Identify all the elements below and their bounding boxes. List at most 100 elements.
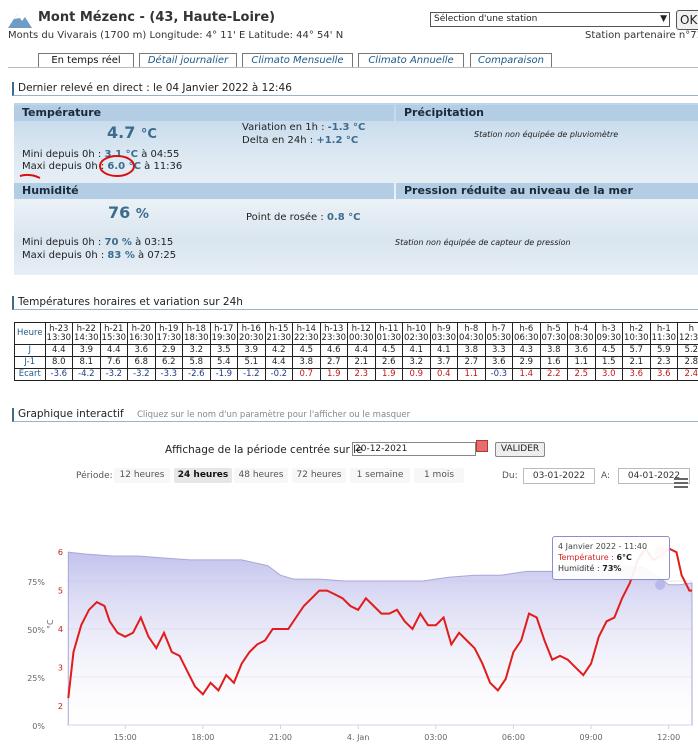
delta-cell: 1.9 (319, 368, 349, 381)
yesterday-temp-cell: 2.1 (347, 356, 376, 369)
chart-menu-icon[interactable] (674, 478, 688, 489)
tab-climato-annuelle[interactable]: Climato Annuelle (358, 53, 464, 67)
hour-cell: h-14 22:30 (292, 322, 321, 345)
ok-button[interactable]: OK (676, 10, 698, 30)
today-temp-cell: 3.8 (457, 344, 486, 357)
hour-cell: h-7 05:30 (484, 322, 514, 345)
humidity-axis-tick: 50% (27, 626, 45, 635)
yesterday-temp-cell: 6.8 (127, 356, 156, 369)
today-row: J 4.4 3.9 4.4 3.6 2.9 3.2 3.5 3.9 4.2 4.5 4.6 4.4 4.5… (14, 344, 698, 357)
yesterday-temp-cell: 2.1 (622, 356, 651, 369)
yesterday-row: J-1 8.0 8.1 7.6 6.8 6.2 5.8 5.4 5.1 4.4 3.8 2.7 2.1 2… (14, 356, 698, 369)
period-48h-button[interactable]: 48 heures (234, 468, 288, 483)
yesterday-temp-cell: 5.8 (182, 356, 211, 369)
yesterday-temp-cell: 6.2 (154, 356, 184, 369)
yesterday-temp-cell: 3.6 (484, 356, 514, 369)
valider-button[interactable]: VALIDER (495, 442, 545, 457)
yesterday-temp-cell: 1.1 (567, 356, 596, 369)
hour-cell: h-16 20:30 (237, 322, 266, 345)
yesterday-temp-cell: 7.6 (99, 356, 129, 369)
row-label-heure: Heure (14, 322, 46, 345)
tooltip-title: 4 Janvier 2022 - 11:40 (558, 542, 648, 551)
hour-cell: h-6 06:30 (512, 322, 541, 345)
row-label-j: J (14, 344, 46, 357)
station-select-value: Sélection d'une station (434, 14, 538, 24)
temperature-title: Température (14, 105, 394, 121)
temperature-axis-tick: 2 (58, 702, 63, 711)
delta-cell: 1.4 (512, 368, 541, 381)
yesterday-temp-cell: 3.2 (402, 356, 431, 369)
tab-divider (8, 67, 698, 68)
period-24h-button[interactable]: 24 heures (174, 468, 232, 483)
chart-tooltip: 4 Janvier 2022 - 11:40 Température : 6°C… (552, 536, 670, 580)
hour-cell: h-17 19:30 (209, 322, 239, 345)
temperature-delta: Delta en 24h : +1.2 °C (242, 135, 359, 146)
yesterday-temp-cell: 8.0 (44, 356, 74, 369)
delta-cell: 1.9 (374, 368, 404, 381)
from-date-input[interactable]: 03-01-2022 (523, 468, 595, 484)
today-temp-cell: 5.2 (677, 344, 698, 357)
today-temp-cell: 3.2 (182, 344, 211, 357)
graph-hint: Cliquez sur le nom d'un paramètre pour l… (137, 410, 411, 420)
delta-cell: 2.4 (677, 368, 698, 381)
live-readings-panel: Température Précipitation 4.7 °C Variati… (14, 103, 698, 275)
humidity-hover-marker (655, 579, 666, 590)
today-temp-cell: 4.4 (347, 344, 376, 357)
delta-cell: 2.3 (347, 368, 376, 381)
yesterday-temp-cell: 8.1 (72, 356, 101, 369)
today-temp-cell: 4.5 (292, 344, 321, 357)
yesterday-temp-cell: 3.8 (292, 356, 321, 369)
hour-cell: h-13 23:30 (319, 322, 349, 345)
yesterday-temp-cell: 2.9 (512, 356, 541, 369)
delta-cell: -3.2 (99, 368, 129, 381)
humidity-value: 76 % (108, 203, 149, 222)
period-center-label: Affichage de la période centrée sur le (165, 444, 363, 456)
delta-cell: 0.9 (402, 368, 431, 381)
x-axis-tick: 15:00 (114, 733, 137, 742)
station-select[interactable]: Sélection d'une station ▼ (430, 12, 670, 27)
row-label-j1: J-1 (14, 356, 46, 369)
hour-cell: h-10 02:30 (402, 322, 431, 345)
period-72h-button[interactable]: 72 heures (292, 468, 346, 483)
tab-detail-journalier[interactable]: Détail journalier (139, 53, 237, 67)
center-date-input[interactable]: 20-12-2021 (352, 442, 476, 456)
pressure-note: Station non équipée de capteur de pressi… (395, 238, 571, 247)
today-temp-cell: 4.1 (429, 344, 459, 357)
today-temp-cell: 4.3 (512, 344, 541, 357)
row-label-ecart: Ecart (14, 368, 46, 381)
today-temp-cell: 5.9 (649, 344, 679, 357)
x-axis-tick: 21:00 (269, 733, 292, 742)
delta-cell: 3.6 (622, 368, 651, 381)
x-axis-tick: 06:00 (502, 733, 525, 742)
yesterday-temp-cell: 2.7 (457, 356, 486, 369)
hour-cell: h-8 04:30 (457, 322, 486, 345)
today-temp-cell: 3.9 (237, 344, 266, 357)
temperature-axis-tick: 3 (58, 663, 63, 672)
station-title: Mont Mézenc - (43, Haute-Loire) (38, 10, 276, 25)
hour-cell: h-3 09:30 (594, 322, 624, 345)
tab-comparaison[interactable]: Comparaison (470, 53, 552, 67)
humidity-axis-tick: 75% (27, 578, 45, 587)
chevron-down-icon: ▼ (660, 14, 667, 24)
today-temp-cell: 4.1 (402, 344, 431, 357)
x-axis-tick: 09:00 (580, 733, 603, 742)
yesterday-temp-cell: 2.7 (319, 356, 349, 369)
hour-cell: h-23 13:30 (44, 322, 74, 345)
hourly-heading: Températures horaires et variation sur 2… (12, 296, 698, 310)
yesterday-temp-cell: 1.6 (539, 356, 569, 369)
humidity-max: Maxi depuis 0h : 83 % à 07:25 (22, 250, 177, 261)
yesterday-temp-cell: 2.6 (374, 356, 404, 369)
delta-row: Ecart -3.6 -4.2 -3.2 -3.2 -3.3 -2.6 -1.9 -1.2 -0.… (14, 368, 698, 381)
tooltip-temperature: Température : 6°C (558, 553, 632, 562)
from-label: Du: (502, 471, 518, 481)
tab-climato-mensuelle[interactable]: Climato Mensuelle (242, 53, 353, 67)
tab-temps-reel[interactable]: En temps réel (38, 53, 134, 67)
x-axis-tick: 4. Jan (347, 733, 370, 742)
delta-cell: -3.2 (127, 368, 156, 381)
period-12h-button[interactable]: 12 heures (114, 468, 170, 483)
period-1month-button[interactable]: 1 mois (414, 468, 464, 483)
today-temp-cell: 4.4 (99, 344, 129, 357)
to-label: A: (601, 471, 611, 481)
period-1week-button[interactable]: 1 semaine (350, 468, 410, 483)
calendar-icon[interactable] (476, 440, 488, 452)
